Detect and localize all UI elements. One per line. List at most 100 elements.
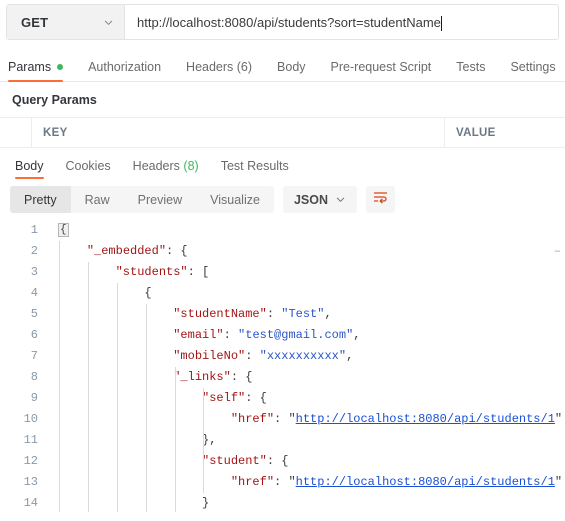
code-token: : (274, 475, 289, 489)
code-token: "studentName" (173, 307, 267, 321)
http-method-label: GET (21, 14, 49, 30)
code-token: "Test" (281, 307, 325, 321)
response-tab-test-results[interactable]: Test Results (221, 159, 289, 179)
response-tab-cookies[interactable]: Cookies (66, 159, 111, 179)
line-number: 10 (23, 412, 38, 426)
request-url-bar: GET http://localhost:8080/api/students?s… (6, 4, 559, 40)
view-mode-preview[interactable]: Preview (124, 186, 196, 213)
tab-settings[interactable]: Settings (510, 60, 555, 81)
response-body-code[interactable]: { "_embedded": {– "students": [ { "stude… (47, 220, 565, 512)
view-mode-visualize[interactable]: Visualize (196, 186, 274, 213)
url-input[interactable]: http://localhost:8080/api/students?sort=… (125, 5, 558, 39)
code-line: "mobileNo": "xxxxxxxxxx", (58, 346, 565, 367)
line-number: 2 (30, 244, 38, 258)
query-params-title: Query Params (12, 93, 97, 107)
response-view-mode-group: Pretty Raw Preview Visualize (10, 186, 274, 213)
tab-settings-label: Settings (510, 60, 556, 74)
http-method-select[interactable]: GET (7, 5, 125, 39)
code-line: } (58, 493, 565, 512)
view-mode-raw[interactable]: Raw (71, 186, 124, 213)
code-token: "self" (202, 391, 246, 405)
code-token: "_links" (173, 370, 231, 384)
response-tabs: Body Cookies Headers (8) Test Results (0, 149, 565, 179)
code-link[interactable]: http://localhost:8080/api/students/1 (296, 475, 555, 489)
code-token: " (554, 412, 563, 426)
line-number: 12 (23, 454, 38, 468)
line-number: 5 (30, 307, 38, 321)
code-token: : { (230, 370, 253, 384)
code-token: , (346, 349, 354, 363)
params-modified-dot-icon (57, 64, 64, 70)
code-fold-toggle[interactable]: { (58, 223, 69, 237)
chevron-down-icon (103, 17, 114, 28)
code-token: : (266, 307, 282, 321)
code-token: }, (202, 433, 217, 447)
wrap-lines-button[interactable] (366, 186, 395, 213)
code-token: " (288, 475, 296, 489)
code-link[interactable]: http://localhost:8080/api/students/1 (296, 412, 555, 426)
code-collapse-icon[interactable]: – (554, 241, 561, 262)
code-token: : [ (187, 265, 210, 279)
tab-params-label: Params (8, 60, 52, 74)
tab-body[interactable]: Body (277, 60, 306, 81)
code-token: "email" (173, 328, 224, 342)
query-params-value-column: VALUE (445, 118, 565, 147)
line-number: 7 (30, 349, 38, 363)
tab-pre-request-script[interactable]: Pre-request Script (331, 60, 432, 81)
code-token: "_embedded" (86, 244, 167, 258)
url-input-value: http://localhost:8080/api/students?sort=… (137, 14, 441, 30)
tab-params[interactable]: Params (8, 60, 64, 82)
tab-headers[interactable]: Headers (6) (186, 60, 252, 81)
code-line: "student": { (58, 451, 565, 472)
line-number-gutter: 12345678910111213141516 (0, 220, 47, 512)
code-token: { (144, 286, 152, 300)
line-number: 8 (30, 370, 38, 384)
code-token: " (288, 412, 296, 426)
code-line: { (58, 283, 565, 304)
response-tab-body[interactable]: Body (15, 159, 44, 179)
response-format-select[interactable]: JSON (282, 186, 357, 213)
line-number: 9 (30, 391, 38, 405)
code-token: , (353, 328, 361, 342)
tab-tests[interactable]: Tests (456, 60, 485, 81)
code-token: , (324, 307, 332, 321)
tab-pre-request-script-label: Pre-request Script (330, 60, 432, 74)
response-body-viewer[interactable]: 12345678910111213141516 { "_embedded": {… (0, 220, 565, 512)
code-line: }, (58, 430, 565, 451)
code-token: "students" (115, 265, 188, 279)
query-params-key-column: KEY (32, 118, 445, 147)
code-line: "_embedded": {– (58, 241, 565, 262)
code-line: "href": "http://localhost:8080/api/stude… (58, 472, 565, 493)
view-mode-pretty[interactable]: Pretty (10, 186, 71, 213)
code-token: } (202, 496, 210, 510)
response-tab-headers-label: Headers (132, 159, 180, 173)
code-line: "email": "test@gmail.com", (58, 325, 565, 346)
response-tab-headers[interactable]: Headers (8) (133, 159, 199, 179)
response-format-toolbar: Pretty Raw Preview Visualize JSON (0, 179, 565, 220)
tab-headers-label: Headers (6) (186, 60, 253, 74)
line-number: 4 (30, 286, 38, 300)
code-line: "_links": { (58, 367, 565, 388)
line-number: 6 (30, 328, 38, 342)
code-line: "students": [ (58, 262, 565, 283)
line-number: 1 (30, 223, 38, 237)
code-token: : (223, 328, 239, 342)
code-token: "xxxxxxxxxx" (259, 349, 347, 363)
code-token: "test@gmail.com" (238, 328, 354, 342)
text-caret (440, 15, 442, 31)
tab-authorization[interactable]: Authorization (88, 60, 161, 81)
request-tabs: Params Authorization Headers (6) Body Pr… (0, 51, 565, 82)
line-number: 14 (23, 496, 38, 510)
code-token: " (554, 475, 563, 489)
tab-authorization-label: Authorization (88, 60, 162, 74)
